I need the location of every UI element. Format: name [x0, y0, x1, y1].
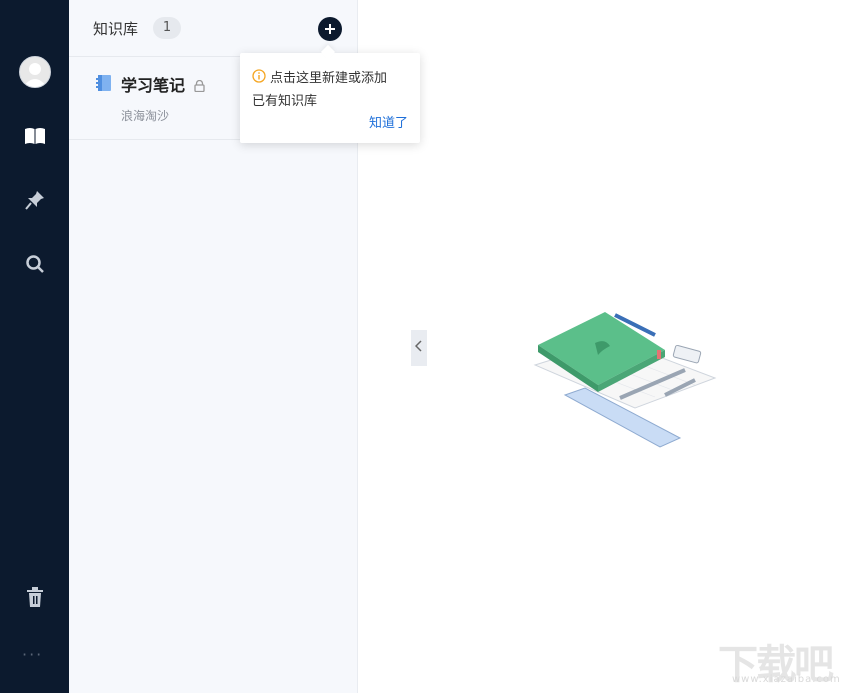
- empty-state-illustration: [530, 310, 730, 459]
- knowledge-base-owner: 浪海淘沙: [121, 109, 170, 123]
- pin-icon[interactable]: [23, 188, 47, 212]
- collapse-panel-button[interactable]: [411, 330, 427, 366]
- count-badge: 1: [153, 17, 181, 39]
- plus-icon: [325, 24, 335, 34]
- chevron-left-icon: [414, 340, 423, 356]
- onboarding-tooltip: 点击这里新建或添加 已有知识库 知道了: [240, 53, 420, 143]
- panel-title: 知识库: [93, 20, 139, 38]
- lock-icon: [194, 77, 205, 96]
- search-icon[interactable]: [23, 252, 47, 276]
- notebook-icon: [95, 74, 113, 96]
- watermark-subtext: www.xiazaiba.com: [732, 674, 841, 685]
- book-icon[interactable]: [23, 124, 47, 148]
- tooltip-message-line2: 已有知识库: [252, 94, 318, 109]
- info-icon: [252, 69, 266, 87]
- knowledge-base-name: 学习笔记: [121, 76, 186, 95]
- tooltip-message-line1: 点击这里新建或添加: [270, 71, 388, 86]
- panel-header: 知识库 1: [69, 0, 358, 57]
- more-icon[interactable]: ···: [22, 645, 43, 664]
- trash-icon[interactable]: [23, 585, 47, 609]
- avatar[interactable]: [19, 56, 51, 88]
- got-it-button[interactable]: 知道了: [369, 112, 408, 131]
- left-nav: ···: [0, 0, 69, 693]
- watermark: 下载吧 www.xiazaiba.com: [718, 632, 840, 690]
- add-knowledge-base-button[interactable]: [318, 17, 342, 41]
